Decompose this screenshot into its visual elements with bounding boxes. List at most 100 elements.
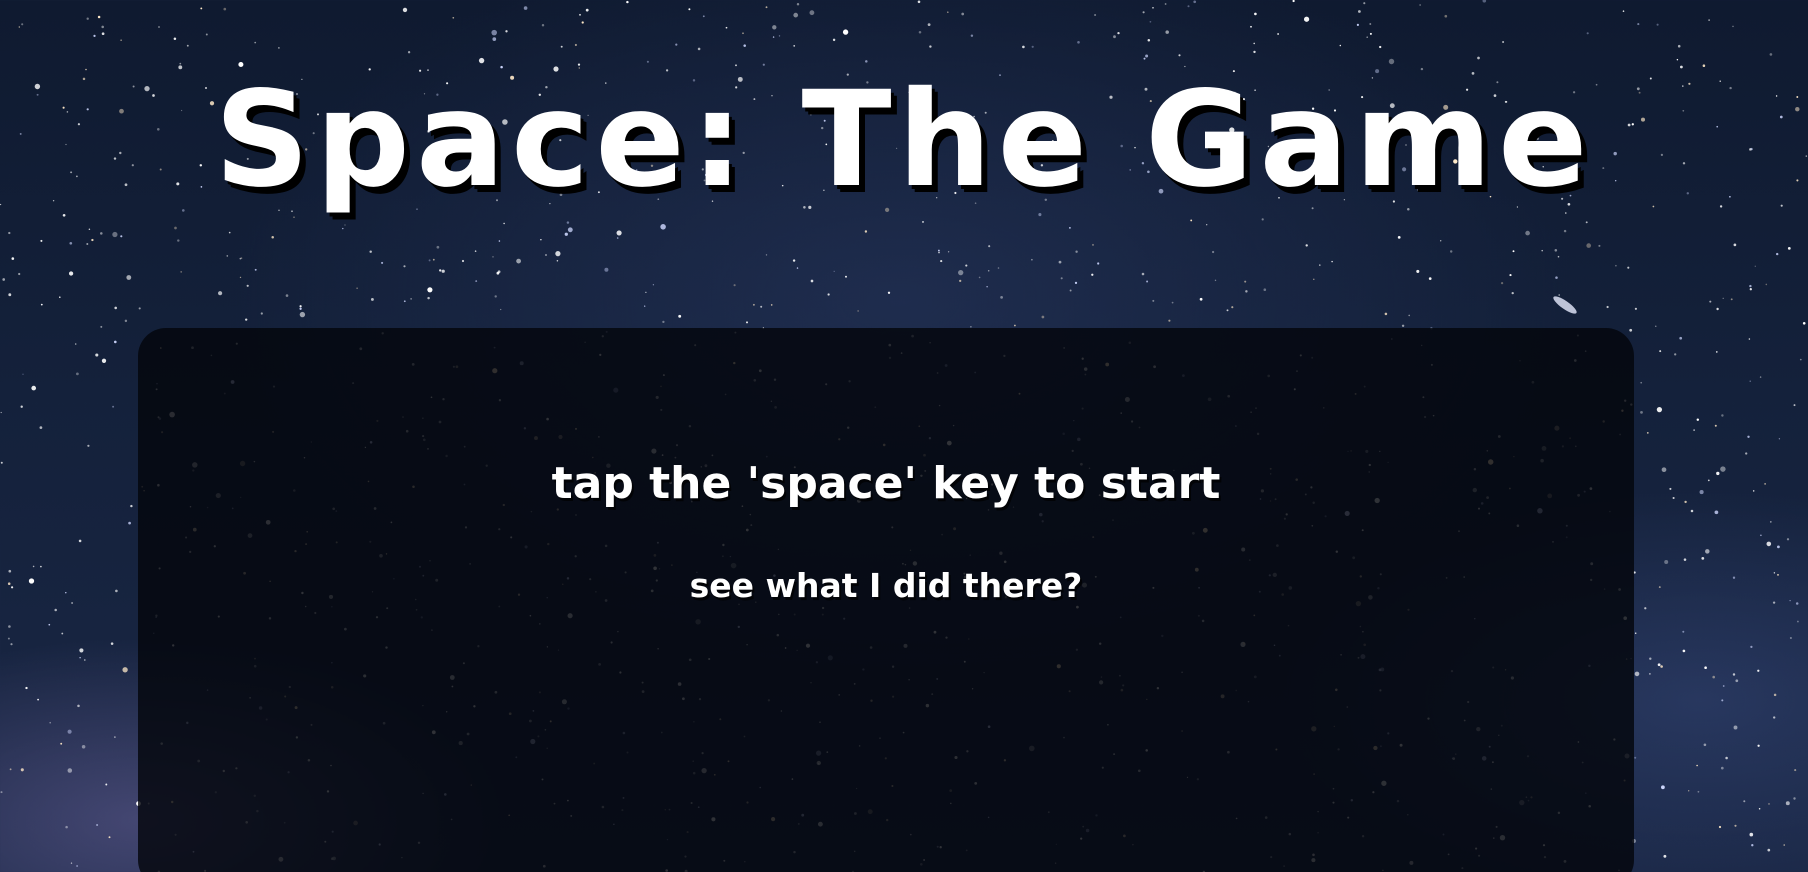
star (702, 15, 705, 18)
star (427, 296, 430, 300)
star (1721, 414, 1724, 417)
star (7, 582, 11, 585)
star (1793, 404, 1796, 407)
star (560, 45, 563, 48)
star (86, 243, 89, 245)
star (228, 231, 231, 234)
star (1363, 2, 1366, 5)
star (1586, 32, 1589, 35)
star (1178, 54, 1181, 57)
star (403, 300, 406, 303)
star (1777, 574, 1779, 576)
star (555, 251, 561, 257)
game-panel[interactable]: tap the 'space' key to start see what I … (138, 328, 1634, 872)
star (1058, 260, 1062, 264)
star (1769, 521, 1772, 523)
star (95, 353, 99, 357)
star (1658, 586, 1661, 589)
star (772, 36, 775, 38)
star (1661, 467, 1667, 473)
star (1509, 274, 1512, 277)
star (0, 461, 3, 464)
star (1168, 319, 1171, 322)
star (1773, 572, 1776, 574)
star (1563, 229, 1567, 233)
star (1152, 6, 1154, 9)
star (1069, 289, 1072, 292)
star (556, 259, 559, 262)
star (770, 304, 773, 306)
star (959, 279, 962, 283)
star (1511, 291, 1514, 295)
star (1250, 25, 1252, 28)
star (1097, 262, 1100, 265)
star (20, 768, 24, 772)
star (342, 227, 344, 230)
star (186, 44, 189, 47)
star (743, 44, 746, 47)
star (452, 16, 455, 19)
star (765, 254, 768, 256)
star (1640, 381, 1643, 384)
star (1684, 500, 1687, 504)
star (937, 249, 940, 252)
star (369, 250, 372, 253)
star (929, 45, 932, 48)
star (662, 320, 665, 324)
start-prompt: tap the 'space' key to start (551, 458, 1221, 509)
star (1749, 380, 1751, 382)
star (1733, 243, 1737, 247)
star (970, 34, 974, 37)
star (474, 250, 477, 252)
star (1732, 25, 1734, 28)
star (1598, 244, 1601, 247)
star (1649, 657, 1652, 660)
star (381, 261, 384, 264)
star (96, 823, 99, 827)
star (864, 230, 868, 233)
star (965, 264, 968, 267)
star (1735, 679, 1739, 683)
star (505, 30, 508, 33)
star (1187, 5, 1190, 8)
star (87, 444, 90, 447)
star (1113, 35, 1116, 39)
star (1585, 221, 1588, 224)
star (77, 704, 80, 708)
star (917, 0, 921, 4)
star (644, 305, 646, 307)
star (733, 284, 736, 287)
star (1795, 602, 1799, 605)
star (205, 33, 208, 36)
star (1649, 673, 1651, 675)
star (1254, 12, 1257, 16)
star (616, 237, 619, 239)
star (76, 865, 78, 867)
star (1303, 16, 1310, 22)
star (1637, 23, 1640, 26)
star (1778, 438, 1781, 440)
star (299, 307, 302, 310)
star (1525, 230, 1530, 236)
star (986, 286, 988, 288)
star (22, 373, 24, 375)
star (356, 287, 358, 289)
star (8, 569, 12, 573)
star (492, 37, 497, 41)
star (403, 265, 406, 268)
star (1149, 20, 1152, 23)
star (1358, 10, 1361, 13)
star (59, 296, 61, 298)
star (1776, 252, 1779, 256)
star (1787, 247, 1791, 250)
star (1428, 277, 1432, 280)
star (697, 47, 701, 51)
star (174, 226, 177, 230)
star (120, 235, 123, 238)
star (1704, 666, 1707, 670)
star (1715, 351, 1718, 353)
star (285, 294, 289, 297)
star (1789, 636, 1792, 640)
star (1502, 40, 1505, 44)
star (1277, 33, 1279, 35)
